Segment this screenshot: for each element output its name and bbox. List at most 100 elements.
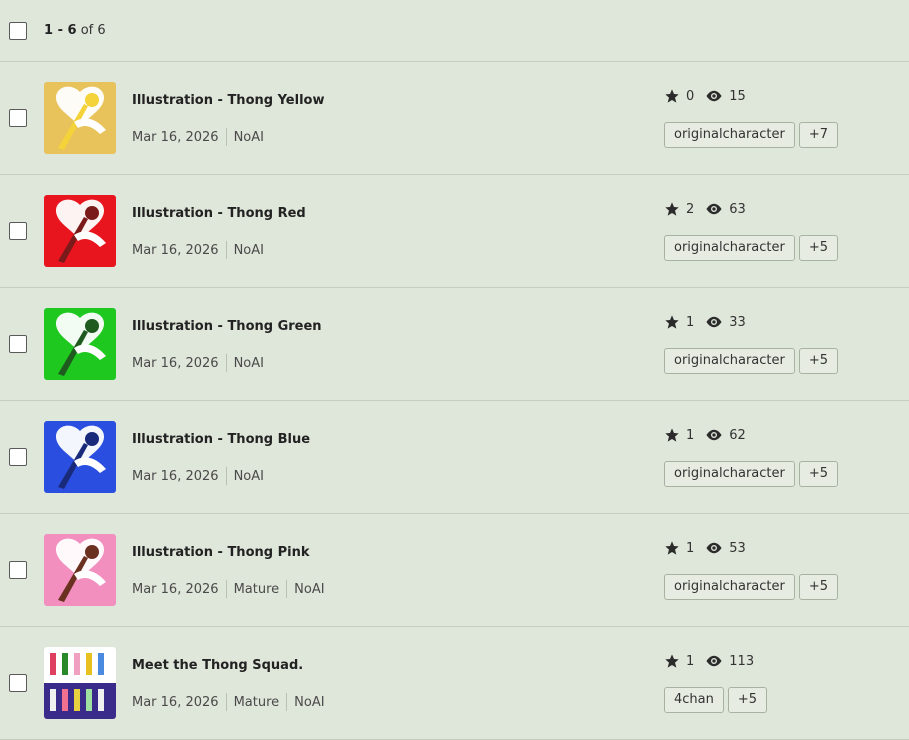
submission-stats: 2 63 — [664, 201, 757, 217]
submission-stats: 1 113 — [664, 653, 765, 669]
eye-icon — [705, 89, 723, 103]
rating-label: NoAI — [233, 129, 264, 145]
submission-meta: Mar 16, 2026 Mature NoAI — [132, 693, 325, 711]
submission-title[interactable]: Illustration - Thong Red — [132, 206, 306, 221]
submission-stats: 0 15 — [664, 88, 757, 104]
eye-icon — [705, 202, 723, 216]
tag-list: originalcharacter +5 — [664, 461, 842, 487]
rating-label: Mature — [233, 581, 280, 597]
submission-row[interactable]: Illustration - Thong Yellow Mar 16, 2026… — [0, 62, 909, 175]
tag-list: originalcharacter +7 — [664, 122, 842, 148]
submission-thumbnail[interactable] — [44, 647, 116, 719]
row-checkbox[interactable] — [9, 222, 27, 240]
view-count: 33 — [729, 314, 746, 330]
tag-chip[interactable]: originalcharacter — [664, 122, 795, 148]
view-count: 15 — [729, 88, 746, 104]
submission-title[interactable]: Illustration - Thong Green — [132, 319, 322, 334]
submission-date: Mar 16, 2026 — [132, 129, 219, 145]
submission-title[interactable]: Meet the Thong Squad. — [132, 658, 303, 673]
submission-thumbnail[interactable] — [44, 421, 116, 493]
submission-date: Mar 16, 2026 — [132, 581, 219, 597]
submission-meta: Mar 16, 2026 NoAI — [132, 354, 264, 372]
submission-row[interactable]: Illustration - Thong Green Mar 16, 2026 … — [0, 288, 909, 401]
submission-date: Mar 16, 2026 — [132, 242, 219, 258]
eye-icon — [705, 315, 723, 329]
result-total: of 6 — [80, 23, 106, 38]
submission-meta: Mar 16, 2026 NoAI — [132, 241, 264, 259]
tag-chip[interactable]: originalcharacter — [664, 348, 795, 374]
tag-chip[interactable]: originalcharacter — [664, 574, 795, 600]
select-all-checkbox[interactable] — [9, 21, 27, 40]
submission-date: Mar 16, 2026 — [132, 468, 219, 484]
favorite-count: 1 — [686, 314, 695, 330]
meta-divider — [225, 128, 227, 146]
view-count: 53 — [729, 540, 746, 556]
star-icon — [664, 540, 680, 556]
star-icon — [664, 653, 680, 669]
more-tags-button[interactable]: +5 — [798, 574, 839, 600]
favorite-count: 1 — [686, 540, 695, 556]
eye-icon — [705, 428, 723, 442]
row-checkbox[interactable] — [9, 335, 27, 353]
rating-label: NoAI — [294, 694, 325, 710]
row-checkbox[interactable] — [9, 674, 27, 692]
result-count: 1 - 6 of 6 — [44, 23, 106, 38]
submission-meta: Mar 16, 2026 Mature NoAI — [132, 580, 325, 598]
submission-stats: 1 62 — [664, 427, 757, 443]
submission-date: Mar 16, 2026 — [132, 355, 219, 371]
more-tags-button[interactable]: +5 — [798, 461, 839, 487]
row-checkbox[interactable] — [9, 109, 27, 127]
submission-row[interactable]: Meet the Thong Squad. Mar 16, 2026 Matur… — [0, 627, 909, 740]
result-range: 1 - 6 — [44, 23, 77, 38]
meta-divider — [286, 693, 288, 711]
star-icon — [664, 88, 680, 104]
favorite-count: 1 — [686, 653, 695, 669]
favorite-count: 2 — [686, 201, 695, 217]
more-tags-button[interactable]: +5 — [727, 687, 768, 713]
submission-row[interactable]: Illustration - Thong Red Mar 16, 2026 No… — [0, 175, 909, 288]
submission-title[interactable]: Illustration - Thong Pink — [132, 545, 309, 560]
more-tags-button[interactable]: +5 — [798, 348, 839, 374]
star-icon — [664, 201, 680, 217]
meta-divider — [225, 693, 227, 711]
submission-stats: 1 33 — [664, 314, 757, 330]
submission-meta: Mar 16, 2026 NoAI — [132, 128, 264, 146]
tag-chip[interactable]: originalcharacter — [664, 235, 795, 261]
submission-title[interactable]: Illustration - Thong Blue — [132, 432, 310, 447]
star-icon — [664, 427, 680, 443]
tag-list: originalcharacter +5 — [664, 235, 842, 261]
submission-row[interactable]: Illustration - Thong Pink Mar 16, 2026 M… — [0, 514, 909, 627]
submission-row[interactable]: Illustration - Thong Blue Mar 16, 2026 N… — [0, 401, 909, 514]
meta-divider — [225, 580, 227, 598]
submission-list: Illustration - Thong Yellow Mar 16, 2026… — [0, 62, 909, 740]
row-checkbox[interactable] — [9, 448, 27, 466]
row-checkbox[interactable] — [9, 561, 27, 579]
view-count: 113 — [729, 653, 755, 669]
tag-chip[interactable]: 4chan — [664, 687, 724, 713]
submission-thumbnail[interactable] — [44, 195, 116, 267]
more-tags-button[interactable]: +5 — [798, 235, 839, 261]
favorite-count: 1 — [686, 427, 695, 443]
submission-stats: 1 53 — [664, 540, 757, 556]
meta-divider — [225, 241, 227, 259]
view-count: 63 — [729, 201, 746, 217]
tag-chip[interactable]: originalcharacter — [664, 461, 795, 487]
view-count: 62 — [729, 427, 746, 443]
tag-list: originalcharacter +5 — [664, 348, 842, 374]
favorite-count: 0 — [686, 88, 695, 104]
meta-divider — [225, 467, 227, 485]
submission-thumbnail[interactable] — [44, 308, 116, 380]
rating-label: NoAI — [294, 581, 325, 597]
submission-thumbnail[interactable] — [44, 82, 116, 154]
submission-date: Mar 16, 2026 — [132, 694, 219, 710]
star-icon — [664, 314, 680, 330]
tag-list: 4chan +5 — [664, 687, 771, 713]
meta-divider — [286, 580, 288, 598]
meta-divider — [225, 354, 227, 372]
rating-label: NoAI — [233, 242, 264, 258]
more-tags-button[interactable]: +7 — [798, 122, 839, 148]
rating-label: NoAI — [233, 355, 264, 371]
submission-title[interactable]: Illustration - Thong Yellow — [132, 93, 324, 108]
submission-thumbnail[interactable] — [44, 534, 116, 606]
eye-icon — [705, 541, 723, 555]
